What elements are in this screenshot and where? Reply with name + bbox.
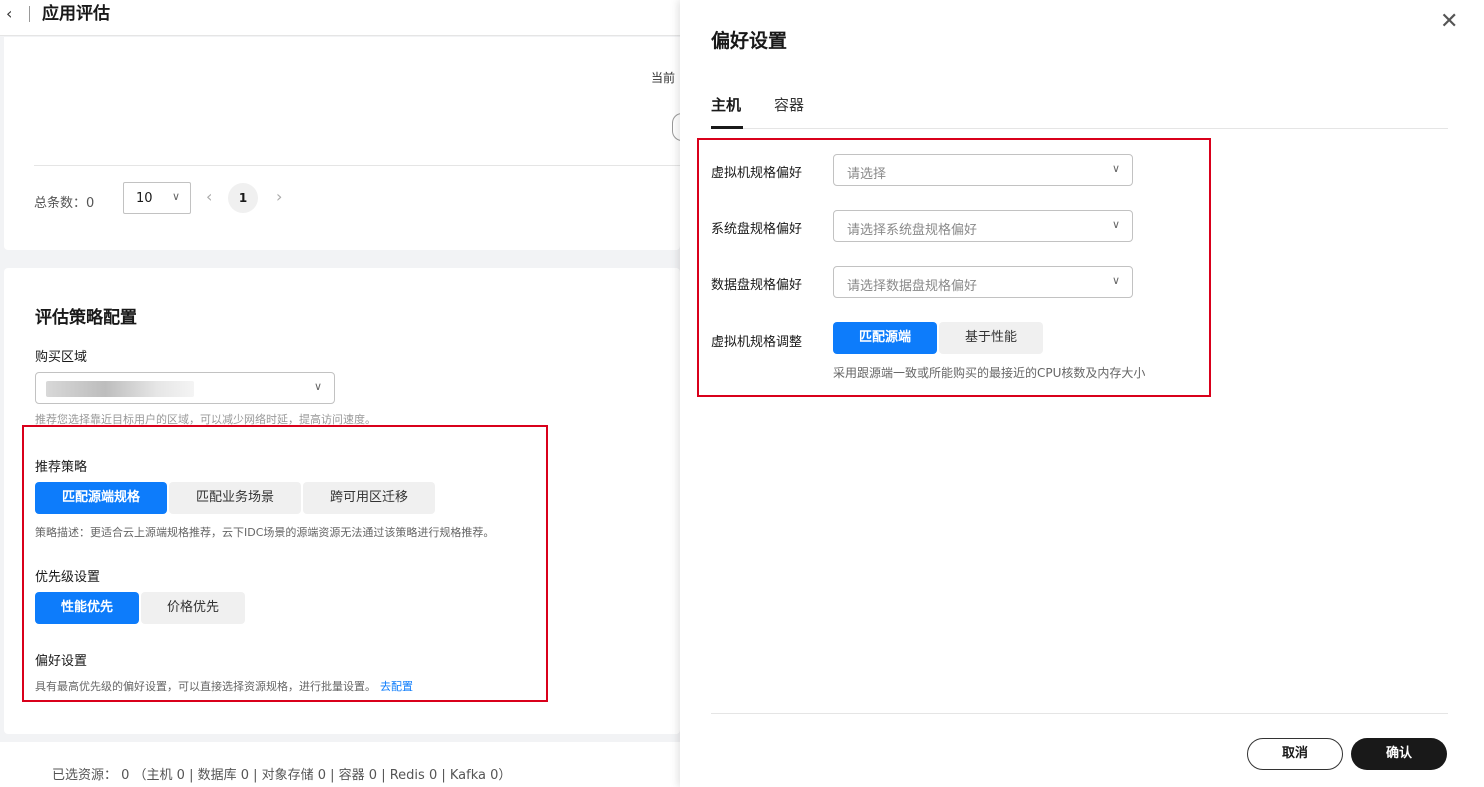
vm-spec-placeholder: 请选择 — [847, 167, 887, 182]
section-title: 评估策略配置 — [35, 308, 137, 328]
priority-option-performance[interactable]: 性能优先 — [35, 592, 139, 624]
title-separator — [29, 6, 30, 22]
tab-divider — [711, 128, 1448, 129]
priority-label: 优先级设置 — [35, 570, 101, 585]
chevron-down-icon: ∨ — [313, 380, 322, 393]
confirm-button[interactable]: 确认 — [1351, 738, 1447, 770]
total-count-label: 总条数：0 — [34, 196, 95, 211]
region-value-blurred — [46, 381, 194, 397]
go-configure-link[interactable]: 去配置 — [380, 680, 413, 693]
sys-disk-select[interactable]: 请选择系统盘规格偏好 ∨ — [833, 210, 1133, 242]
chevron-down-icon: ∨ — [1111, 162, 1120, 175]
strategy-option-cross-az[interactable]: 跨可用区迁移 — [303, 482, 435, 514]
cancel-button[interactable]: 取消 — [1247, 738, 1343, 770]
page-size-select[interactable]: 10 ∨ — [123, 182, 191, 214]
back-arrow-icon[interactable]: ‹ — [6, 4, 12, 24]
close-icon[interactable]: ✕ — [1440, 10, 1458, 34]
truncated-label: 当前 — [651, 71, 676, 85]
resource-list-card: 当前 总条数：0 10 ∨ ‹ 1 › — [4, 37, 692, 250]
sys-disk-label: 系统盘规格偏好 — [711, 222, 803, 237]
strategy-config-card: 评估策略配置 购买区域 ∨ 推荐您选择靠近目标用户的区域，可以减少网络时延，提高… — [4, 268, 680, 734]
data-disk-label: 数据盘规格偏好 — [711, 278, 803, 293]
strategy-description: 策略描述：更适合云上源端规格推荐，云下IDC场景的源端资源无法通过该策略进行规格… — [35, 526, 495, 539]
strategy-option-match-business[interactable]: 匹配业务场景 — [169, 482, 301, 514]
vm-adjust-option-match-source[interactable]: 匹配源端 — [833, 322, 937, 354]
vm-spec-select[interactable]: 请选择 ∨ — [833, 154, 1133, 186]
drawer-title: 偏好设置 — [711, 30, 788, 52]
list-divider — [34, 165, 684, 166]
region-select[interactable]: ∨ — [35, 372, 335, 404]
page-title: 应用评估 — [42, 4, 110, 24]
vm-spec-label: 虚拟机规格偏好 — [711, 166, 803, 181]
region-hint: 推荐您选择靠近目标用户的区域，可以减少网络时延，提高访问速度。 — [35, 413, 376, 425]
vm-adjust-description: 采用跟源端一致或所能购买的最接近的CPU核数及内存大小 — [833, 366, 1146, 380]
preference-description-text: 具有最高优先级的偏好设置，可以直接选择资源规格，进行批量设置。 — [35, 680, 376, 693]
page-number-current[interactable]: 1 — [228, 183, 258, 213]
region-label: 购买区域 — [35, 350, 88, 365]
data-disk-placeholder: 请选择数据盘规格偏好 — [847, 279, 978, 294]
selected-resources-summary: 已选资源： 0 （主机 0 | 数据库 0 | 对象存储 0 | 容器 0 | … — [52, 768, 512, 783]
tab-host[interactable]: 主机 — [711, 94, 741, 115]
priority-option-price[interactable]: 价格优先 — [141, 592, 245, 624]
tab-active-indicator — [711, 126, 743, 129]
footer-divider — [711, 713, 1448, 714]
top-bar: ‹ 应用评估 — [0, 0, 680, 36]
preference-description: 具有最高优先级的偏好设置，可以直接选择资源规格，进行批量设置。 去配置 — [35, 678, 413, 694]
chevron-down-icon: ∨ — [171, 190, 180, 203]
chevron-down-icon: ∨ — [1111, 274, 1120, 287]
next-page-icon[interactable]: › — [276, 187, 282, 206]
recommend-strategy-label: 推荐策略 — [35, 460, 88, 475]
preference-label: 偏好设置 — [35, 654, 88, 669]
footer-bar: 已选资源： 0 （主机 0 | 数据库 0 | 对象存储 0 | 容器 0 | … — [0, 742, 680, 787]
preference-drawer: 偏好设置 ✕ 主机 容器 虚拟机规格偏好 请选择 ∨ 系统盘规格偏好 请选择系统… — [680, 0, 1484, 787]
prev-page-icon[interactable]: ‹ — [206, 187, 212, 206]
tab-container[interactable]: 容器 — [774, 94, 804, 115]
vm-adjust-label: 虚拟机规格调整 — [711, 335, 803, 350]
page-size-value: 10 — [136, 191, 153, 206]
data-disk-select[interactable]: 请选择数据盘规格偏好 ∨ — [833, 266, 1133, 298]
chevron-down-icon: ∨ — [1111, 218, 1120, 231]
strategy-option-match-source[interactable]: 匹配源端规格 — [35, 482, 167, 514]
vm-adjust-option-performance[interactable]: 基于性能 — [939, 322, 1043, 354]
sys-disk-placeholder: 请选择系统盘规格偏好 — [847, 223, 978, 238]
